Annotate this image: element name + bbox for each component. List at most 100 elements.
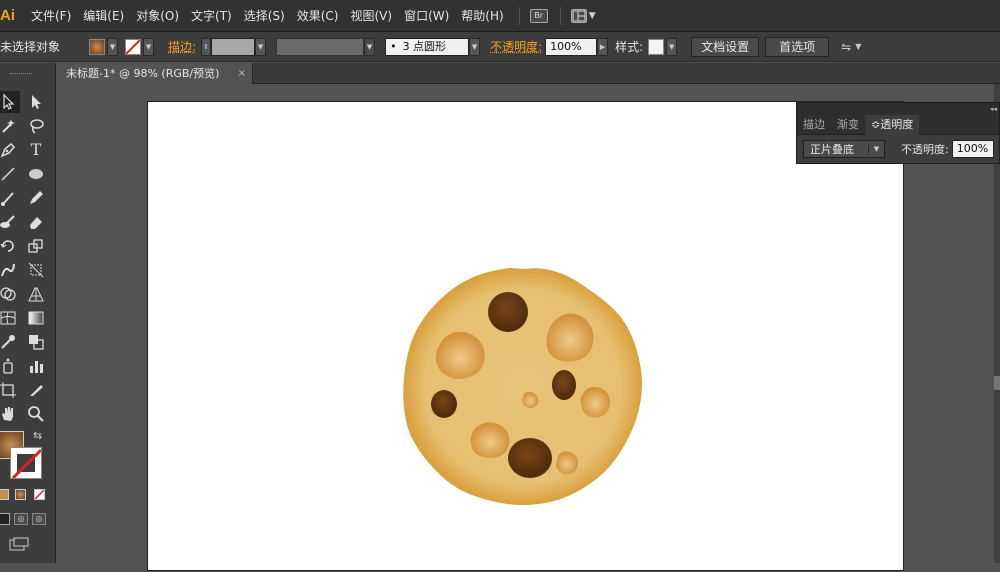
chocolate-chip[interactable] (488, 292, 528, 332)
blob-brush-icon[interactable] (0, 211, 20, 233)
chevron-right-icon[interactable]: ▶ (597, 37, 609, 56)
collapse-panel-icon[interactable]: ◂◂ (990, 103, 997, 115)
tab-gradient[interactable]: 渐变 (831, 115, 865, 135)
scrollbar-thumb[interactable] (994, 376, 1000, 390)
menu-object[interactable]: 对象(O) (136, 7, 179, 24)
gradient-tool-icon[interactable] (24, 307, 48, 329)
fill-color-control[interactable]: ▼ (89, 37, 119, 56)
brush-field[interactable]: • 3 点圆形 (385, 37, 470, 56)
brush-definition[interactable]: • 3 点圆形 ▼ (385, 37, 481, 56)
perspective-grid-icon[interactable] (24, 283, 48, 305)
pencil-icon[interactable] (24, 187, 48, 209)
draw-inside-icon[interactable]: ◎ (32, 513, 46, 525)
mesh-tool-icon[interactable] (0, 307, 20, 329)
column-graph-icon[interactable] (24, 355, 48, 377)
opacity-field[interactable]: 100% (545, 37, 598, 56)
menu-view[interactable]: 视图(V) (350, 7, 392, 24)
chevron-down-icon[interactable]: ▼ (107, 37, 119, 56)
menu-help[interactable]: 帮助(H) (461, 7, 503, 24)
line-tool-icon[interactable] (0, 163, 20, 185)
profile-field[interactable] (276, 37, 365, 56)
color-mode-button[interactable] (0, 489, 9, 500)
draw-behind-icon[interactable]: ◎ (14, 513, 28, 525)
chocolate-chip[interactable] (431, 390, 457, 418)
hand-tool-icon[interactable] (0, 403, 20, 425)
ellipse-tool-icon[interactable] (24, 163, 48, 185)
stroke-color-control[interactable]: ▼ (125, 37, 155, 56)
cookie-crater[interactable] (580, 386, 610, 418)
slice-tool-icon[interactable] (24, 379, 48, 401)
direct-selection-tool-icon[interactable] (24, 91, 48, 113)
symbol-sprayer-icon[interactable] (0, 355, 20, 377)
chocolate-chip[interactable] (508, 438, 552, 478)
tab-stroke[interactable]: 描边 (797, 115, 831, 135)
arrange-dropdown-icon[interactable]: ▼ (589, 11, 596, 21)
menu-window[interactable]: 窗口(W) (404, 7, 449, 24)
variable-width-profile[interactable]: ▼ (276, 37, 376, 56)
rotate-tool-icon[interactable] (0, 235, 20, 257)
shape-builder-icon[interactable] (0, 283, 20, 305)
chevron-down-icon[interactable]: ▼ (364, 37, 376, 56)
stepper-icon[interactable]: ⇕ (201, 37, 212, 56)
style-swatch[interactable] (648, 38, 665, 55)
zoom-tool-icon[interactable] (24, 403, 48, 425)
stroke-weight-field[interactable] (211, 37, 256, 56)
lasso-icon[interactable] (24, 115, 48, 137)
opacity-label[interactable]: 不透明度: (490, 38, 542, 55)
cookie-crater[interactable] (470, 422, 510, 458)
control-bar: 未选择对象 ▼ ▼ 描边: ⇕ ▼ ▼ • 3 点圆形 ▼ 不透明度: 100%… (0, 32, 1000, 62)
menu-edit[interactable]: 编辑(E) (83, 7, 124, 24)
arrange-documents-icon[interactable] (570, 8, 587, 23)
panel-header[interactable]: ◂◂ (797, 103, 999, 115)
close-icon[interactable]: × (238, 63, 246, 84)
chevron-down-icon[interactable]: ▼ (469, 37, 481, 56)
menu-effect[interactable]: 效果(C) (297, 7, 339, 24)
eyedropper-icon[interactable] (0, 331, 20, 353)
menu-select[interactable]: 选择(S) (244, 7, 285, 24)
cookie-artwork[interactable] (148, 102, 905, 572)
blend-mode-select[interactable]: 正片叠底 ▼ (803, 140, 885, 158)
chevron-down-icon[interactable]: ▼ (143, 37, 155, 56)
menu-file[interactable]: 文件(F) (31, 7, 71, 24)
chocolate-chip[interactable] (552, 370, 576, 400)
stroke-label[interactable]: 描边: (168, 38, 196, 55)
chevron-down-icon[interactable]: ▼ (255, 37, 267, 56)
arrange-icon[interactable]: ⇋ (841, 40, 851, 54)
warp-tool-icon[interactable] (0, 259, 20, 281)
pen-tool-icon[interactable] (0, 139, 20, 161)
eraser-icon[interactable] (24, 211, 48, 233)
chevron-down-icon[interactable]: ▼ (868, 145, 884, 153)
chevron-down-icon[interactable]: ▼ (666, 37, 678, 56)
paintbrush-icon[interactable] (0, 187, 20, 209)
document-tab[interactable]: 未标题-1* @ 98% (RGB/预览) × (56, 63, 253, 84)
swap-fill-stroke-icon[interactable]: ⇆ (33, 429, 42, 442)
fill-swatch[interactable] (89, 38, 106, 55)
draw-normal-icon[interactable] (0, 513, 10, 525)
menu-separator (518, 6, 520, 25)
screen-mode-icon[interactable] (9, 537, 29, 551)
preferences-button[interactable]: 首选项 (765, 36, 830, 57)
document-setup-button[interactable]: 文档设置 (691, 36, 760, 57)
selection-tool-icon[interactable] (0, 91, 20, 113)
opacity-control[interactable]: 100% ▶ (545, 37, 609, 56)
scale-tool-icon[interactable] (24, 235, 48, 257)
cookie-crater[interactable] (556, 451, 578, 475)
artboard-tool-icon[interactable] (0, 379, 20, 401)
tab-transparency[interactable]: ≎透明度 (865, 114, 920, 135)
free-transform-icon[interactable] (24, 259, 48, 281)
chevron-down-icon[interactable]: ▼ (855, 42, 861, 51)
type-tool-icon[interactable]: T (24, 139, 48, 161)
graphic-style-control[interactable]: ▼ (648, 37, 678, 56)
stroke-none-swatch[interactable] (125, 38, 142, 55)
bridge-button[interactable]: Br (529, 8, 548, 23)
gradient-mode-button[interactable] (15, 489, 26, 500)
panel-grip[interactable] (10, 73, 32, 75)
artboard[interactable] (147, 101, 904, 571)
menu-type[interactable]: 文字(T) (191, 7, 232, 24)
magic-wand-icon[interactable] (0, 115, 20, 137)
stroke-weight-control[interactable]: ⇕ ▼ (201, 37, 267, 56)
panel-opacity-field[interactable]: 100% (951, 140, 994, 158)
stroke-color-box[interactable] (10, 447, 42, 479)
none-mode-button[interactable] (34, 489, 45, 500)
blend-tool-icon[interactable] (24, 331, 48, 353)
